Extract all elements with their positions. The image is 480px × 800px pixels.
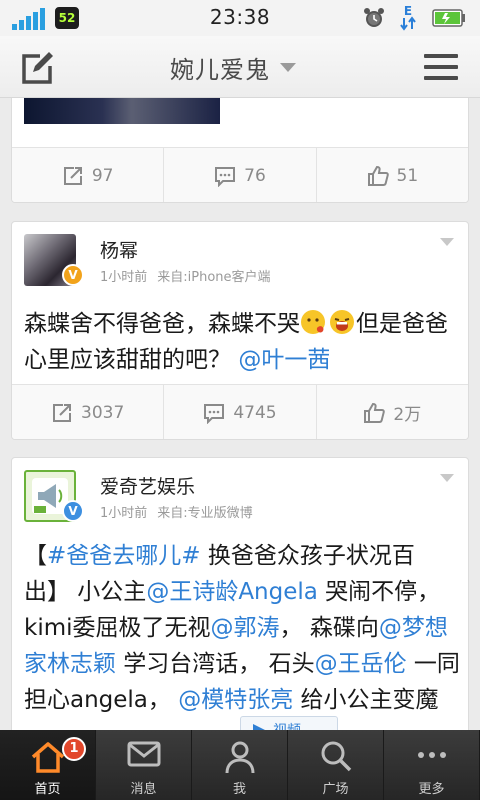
- thumbs-up-icon: [364, 402, 386, 423]
- post-card[interactable]: V 杨幂 1小时前 来自:iPhone客户端 森蝶舍不得爸爸，森蝶不哭 但是爸爸心里…: [11, 221, 469, 440]
- emoji-icon: [330, 310, 354, 334]
- comment-button[interactable]: 4745: [164, 385, 317, 439]
- repost-button[interactable]: 97: [12, 148, 165, 202]
- nav-label: 更多: [418, 782, 445, 797]
- search-icon: [321, 741, 351, 772]
- comment-count: 76: [244, 165, 266, 186]
- post-meta: 1小时前 来自:iPhone客户端: [100, 266, 271, 285]
- post-time: 1小时前: [100, 270, 148, 285]
- nav-label: 消息: [130, 782, 157, 797]
- alarm-icon: [364, 8, 384, 27]
- post-action-bar: 97 76 51: [12, 147, 468, 202]
- post-text: 【: [24, 543, 47, 569]
- post-time: 1小时前: [100, 506, 148, 521]
- comment-count: 4745: [233, 402, 277, 423]
- status-bar: 52 23:38 E: [0, 0, 480, 36]
- emoji-icon: [301, 310, 325, 334]
- bottom-nav: 1 首页 消息 我 广场 更多: [0, 730, 480, 800]
- compose-icon[interactable]: [18, 50, 54, 86]
- comment-icon: [204, 403, 225, 424]
- svg-text:E: E: [404, 4, 412, 18]
- battery-icon: [432, 9, 465, 27]
- post-action-bar: 3037 4745 2万: [12, 384, 468, 439]
- more-icon: [417, 752, 446, 758]
- repost-icon: [63, 166, 82, 185]
- mention-link[interactable]: @王诗龄Angela: [146, 579, 318, 605]
- video-label: 视频: [273, 720, 301, 730]
- post-content: 【#爸爸去哪儿# 换爸爸众孩子状况百出】 小公主@王诗龄Angela 哭闹不停，…: [24, 538, 460, 718]
- video-link[interactable]: 视频: [240, 716, 338, 730]
- comment-icon: [215, 166, 236, 187]
- chevron-down-icon: [280, 62, 296, 72]
- like-button[interactable]: 2万: [317, 385, 468, 439]
- post-source: 来自:专业版微博: [157, 506, 253, 521]
- repost-button[interactable]: 3037: [12, 385, 165, 439]
- post-meta: 1小时前 来自:专业版微博: [100, 502, 253, 521]
- person-icon: [225, 741, 254, 774]
- chevron-down-icon[interactable]: [440, 238, 454, 246]
- mention-link[interactable]: @叶一茜: [238, 347, 330, 373]
- nav-more[interactable]: 更多: [384, 730, 480, 800]
- account-switcher[interactable]: 婉儿爱鬼: [170, 50, 296, 84]
- like-button[interactable]: 51: [317, 148, 468, 202]
- comment-button[interactable]: 76: [164, 148, 317, 202]
- repost-count: 97: [91, 165, 114, 186]
- video-play-icon: [253, 724, 265, 730]
- mention-link[interactable]: @王岳伦: [315, 651, 407, 677]
- nav-discover[interactable]: 广场: [288, 730, 384, 800]
- home-icon: [31, 742, 64, 773]
- nav-home[interactable]: 1 首页: [0, 730, 96, 800]
- mention-link[interactable]: @郭涛: [211, 615, 280, 641]
- page-title: 婉儿爱鬼: [170, 55, 270, 84]
- post-text: 学习台湾话， 石头: [116, 651, 315, 677]
- like-count: 2万: [393, 405, 422, 425]
- hashtag-link[interactable]: #爸爸去哪儿#: [47, 543, 201, 569]
- timeline-feed[interactable]: 97 76 51 V 杨幂 1小时前 来自:iPhone客户端 森蝶舍不得爸爸，森…: [0, 98, 480, 730]
- chevron-down-icon[interactable]: [440, 474, 454, 482]
- repost-count: 3037: [81, 402, 125, 423]
- nav-messages[interactable]: 消息: [96, 730, 192, 800]
- post-author[interactable]: 爱奇艺娱乐: [100, 472, 195, 499]
- post-card: 97 76 51: [11, 98, 469, 203]
- mail-icon: [127, 741, 160, 767]
- post-image[interactable]: [24, 98, 220, 124]
- verified-badge-icon: V: [62, 264, 84, 286]
- post-content: 森蝶舍不得爸爸，森蝶不哭 但是爸爸心里应该甜甜的吧？ @叶一茜: [24, 306, 460, 378]
- title-bar: 婉儿爱鬼: [0, 36, 480, 98]
- mention-link[interactable]: @模特张亮: [178, 687, 293, 713]
- post-author[interactable]: 杨幂: [100, 236, 138, 263]
- data-transfer-icon: E: [400, 4, 416, 31]
- thumbs-up-icon: [367, 165, 389, 186]
- nav-label: 广场: [322, 782, 349, 797]
- post-text: ， 森碟向: [279, 615, 379, 641]
- menu-icon[interactable]: [424, 54, 458, 82]
- post-text: 森蝶舍不得爸爸，森蝶不哭: [24, 311, 300, 337]
- like-count: 51: [396, 165, 419, 186]
- post-source: 来自:iPhone客户端: [157, 270, 271, 285]
- nav-me[interactable]: 我: [192, 730, 288, 800]
- notification-badge: 1: [62, 737, 86, 761]
- repost-icon: [53, 403, 72, 422]
- nav-label: 我: [232, 782, 246, 797]
- verified-badge-icon: V: [62, 500, 84, 522]
- post-card[interactable]: V 爱奇艺娱乐 1小时前 来自:专业版微博 【#爸爸去哪儿# 换爸爸众孩子状况百出…: [11, 457, 469, 730]
- nav-label: 首页: [34, 782, 61, 797]
